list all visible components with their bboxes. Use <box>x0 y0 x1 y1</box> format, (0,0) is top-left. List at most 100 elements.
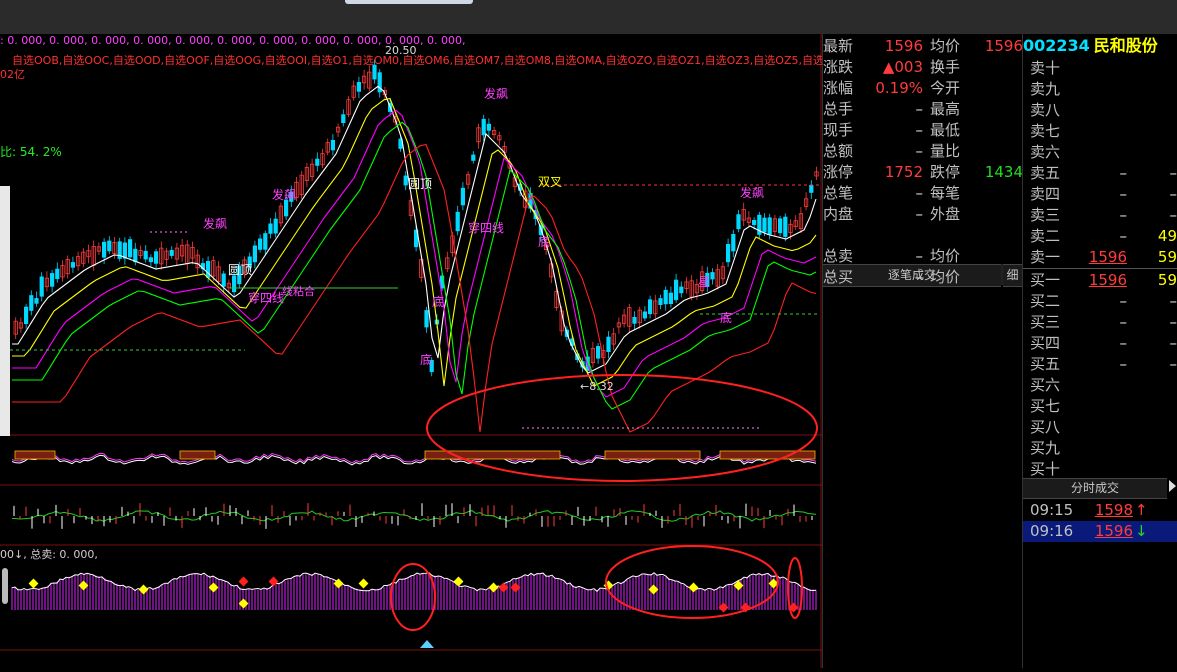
yuanding-label-2: 圆顶 <box>228 263 252 277</box>
scrollbar-thumb[interactable] <box>2 568 8 604</box>
orderbook-row[interactable]: 卖一 1596 59 <box>1023 247 1177 268</box>
expand-arrow-icon[interactable] <box>1169 480 1176 492</box>
orderbook-price: – <box>1119 313 1128 331</box>
kline-chart-svg[interactable]: : 0. 000, 0. 000, 0. 000, 0. 000, 0. 000… <box>0 34 862 668</box>
quote-panel: 逐笔成交 细 最新 1596 均价 1596 涨跌 ▲003 换手 涨幅 0.19% 今开 总手 – 最… <box>822 34 1023 668</box>
orderbook-qty: – <box>1169 206 1177 224</box>
orderbook-level: 买五 <box>1030 355 1061 373</box>
orderbook-row[interactable]: 买七 <box>1023 396 1177 417</box>
orderbook-level: 买十 <box>1030 460 1061 478</box>
shuangcha-label: 双叉 <box>538 175 562 189</box>
orderbook-row[interactable]: 买八 <box>1023 417 1177 438</box>
orderbook-row[interactable]: 买三 – – <box>1023 312 1177 333</box>
active-tab-indicator[interactable] <box>345 0 473 4</box>
left-side-panel[interactable] <box>0 186 10 436</box>
series-line: 自选OOB,自选OOC,自选OOD,自选OOF,自选OOG,自选OOI,自选O1… <box>12 54 822 67</box>
orderbook-qty: – <box>1169 292 1177 310</box>
orderbook-qty: – <box>1169 334 1177 352</box>
fapiao-label-1: 发飙 <box>484 86 508 101</box>
orderbook-row[interactable]: 卖六 <box>1023 142 1177 163</box>
orderbook-qty: 59 <box>1157 271 1177 289</box>
orderbook-row[interactable]: 卖七 <box>1023 121 1177 142</box>
fapiao-label-4: 发飙 <box>740 185 764 200</box>
die-label: 底 <box>720 310 732 325</box>
orderbook-level: 卖七 <box>1030 122 1061 140</box>
orderbook-row[interactable]: 买二 – – <box>1023 291 1177 312</box>
order-book-panel: 002234 民和股份 分时成交 卖十 卖九 卖八 卖七 卖六 卖五 – – 卖四 – – 卖三 – – 卖二… <box>1022 34 1177 668</box>
chuansixian-label-1: 穿四线 <box>468 220 504 235</box>
orderbook-row[interactable]: 卖八 <box>1023 100 1177 121</box>
home-icon[interactable] <box>420 640 434 648</box>
low-price-label: ←8.32 <box>580 380 614 393</box>
minute-trade-row[interactable]: 09:16 1596 ↓ <box>1023 521 1177 542</box>
di-label-1: 底 <box>432 294 444 309</box>
quote-value: – <box>915 205 924 223</box>
orderbook-level: 卖五 <box>1030 164 1061 182</box>
orderbook-qty: 59 <box>1157 248 1177 266</box>
orderbook-level: 卖九 <box>1030 80 1061 98</box>
moving-average-lines <box>12 85 817 433</box>
quote-row: 总手 – 最高 <box>823 99 1023 120</box>
orderbook-qty: – <box>1169 355 1177 373</box>
signal-diamond <box>488 582 499 593</box>
orderbook-row[interactable]: 卖五 – – <box>1023 163 1177 184</box>
quote-row: 总买 – 均价 <box>823 267 1023 288</box>
signal-band <box>179 450 216 460</box>
minute-trade-row[interactable]: 09:15 1598 ↑ <box>1023 500 1177 521</box>
candlestick-series <box>13 59 819 377</box>
quote-row: 总卖 – 均价 <box>823 246 1023 267</box>
orderbook-row[interactable]: 卖四 – – <box>1023 184 1177 205</box>
signal-diamond <box>358 578 369 589</box>
quote-value: 1596 <box>884 37 923 55</box>
minute-trades-header[interactable]: 分时成交 <box>1023 478 1167 499</box>
orderbook-price: 1596 <box>1088 271 1127 289</box>
orderbook-row[interactable]: 买十 <box>1023 459 1177 480</box>
indicator-panel-2 <box>11 503 817 529</box>
orderbook-row[interactable]: 卖二 – 49 <box>1023 226 1177 247</box>
orderbook-price: – <box>1119 334 1128 352</box>
quote-row: 最新 1596 均价 1596 <box>823 36 1023 57</box>
trade-time: 09:15 <box>1030 501 1074 519</box>
orderbook-qty: – <box>1169 164 1177 182</box>
orderbook-level: 买四 <box>1030 334 1061 352</box>
orderbook-row[interactable]: 买一 1596 59 <box>1023 270 1177 291</box>
chuansixian-label-2: 穿四线 <box>248 290 284 305</box>
quote-label: 最低 <box>930 121 961 139</box>
quote-row: 内盘 – 外盘 <box>823 204 1023 225</box>
lower-panel-label: 00↓, 总卖: 0. 000, <box>0 547 98 561</box>
orderbook-row[interactable]: 买九 <box>1023 438 1177 459</box>
trade-direction-icon: ↑ <box>1135 501 1148 519</box>
quote-row: 总额 – 量比 <box>823 141 1023 162</box>
signal-band <box>424 450 561 460</box>
quote-value: – <box>915 121 924 139</box>
orderbook-row[interactable]: 卖九 <box>1023 79 1177 100</box>
orderbook-price: – <box>1119 164 1128 182</box>
orderbook-qty: – <box>1169 185 1177 203</box>
orderbook-level: 卖六 <box>1030 143 1061 161</box>
orderbook-price: – <box>1119 292 1128 310</box>
quote-label: 均价 <box>930 247 961 265</box>
quote-value: – <box>915 184 924 202</box>
orderbook-row[interactable]: 卖三 – – <box>1023 205 1177 226</box>
quote-value: – <box>915 142 924 160</box>
fapiao-label-2: 发飙 <box>203 216 227 231</box>
signal-band <box>604 450 701 460</box>
fapiao-label-3: 发飙 <box>272 187 296 202</box>
quote-value: 1434 <box>984 163 1023 181</box>
stock-name: 民和股份 <box>1093 36 1158 55</box>
orderbook-qty: – <box>1169 313 1177 331</box>
orderbook-row[interactable]: 买六 <box>1023 375 1177 396</box>
indicator-panel-1 <box>11 450 817 466</box>
orderbook-row[interactable]: 买五 – – <box>1023 354 1177 375</box>
orderbook-price: – <box>1119 227 1128 245</box>
orderbook-level: 买一 <box>1030 271 1061 289</box>
orderbook-row[interactable]: 卖十 <box>1023 58 1177 79</box>
moving-average-line <box>12 109 817 398</box>
orderbook-row[interactable]: 买四 – – <box>1023 333 1177 354</box>
signal-diamond-red <box>268 576 279 587</box>
kline-chart-area[interactable]: : 0. 000, 0. 000, 0. 000, 0. 000, 0. 000… <box>0 34 862 668</box>
orderbook-level: 卖一 <box>1030 248 1061 266</box>
trade-price: 1596 <box>1094 522 1133 540</box>
orderbook-level: 卖十 <box>1030 59 1061 77</box>
orderbook-level: 卖八 <box>1030 101 1061 119</box>
